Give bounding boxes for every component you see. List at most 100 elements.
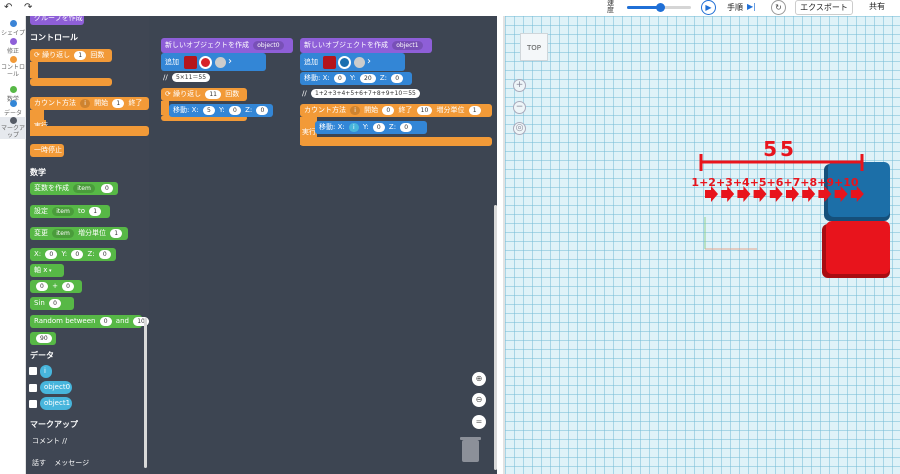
data-var-i[interactable]: i xyxy=(40,365,52,378)
zoom-in-icon[interactable]: ⊕ xyxy=(472,372,486,386)
redo-arrow-icon[interactable]: ↷ xyxy=(24,2,32,13)
move-x[interactable]: 0 xyxy=(333,73,346,83)
add-shape-block[interactable]: 追加 › xyxy=(161,53,266,71)
pause-block[interactable]: 一時停止 xyxy=(30,144,64,157)
repeat-block[interactable]: ⟳ 繰り返し 1 回数 xyxy=(30,49,112,62)
chevron-right-icon[interactable]: › xyxy=(228,56,232,67)
object0-name-dropdown[interactable]: object0 xyxy=(253,40,284,50)
sin-block[interactable]: Sin 0 xyxy=(30,297,74,310)
move-block-1[interactable]: 移動: X: 0 Y: 20 Z: 0 xyxy=(300,72,412,85)
change-variable-value[interactable]: 1 xyxy=(110,228,123,238)
category-control[interactable]: コントロール xyxy=(0,56,26,78)
create-group-block[interactable]: グループを作成 xyxy=(30,16,84,25)
move-x-var[interactable]: i xyxy=(348,122,359,132)
move-block-2[interactable]: 移動: X: i Y: 0 Z: 0 xyxy=(315,121,427,134)
xyz-block[interactable]: X: 0 Y: 0 Z: 0 xyxy=(30,248,116,261)
share-button[interactable]: 共有 xyxy=(860,0,894,15)
move-x[interactable]: 5 xyxy=(202,105,215,115)
count-start-value[interactable]: 1 xyxy=(112,98,125,108)
move-z[interactable]: 0 xyxy=(256,105,269,115)
count-start-value[interactable]: 0 xyxy=(382,105,395,115)
object1-name-dropdown[interactable]: object1 xyxy=(392,40,423,50)
undo-arrow-icon[interactable]: ↶ xyxy=(4,2,12,13)
fit-view-icon[interactable]: ◎ xyxy=(513,122,526,135)
repeat-count[interactable]: 11 xyxy=(205,89,221,99)
play-icon[interactable]: ▶ xyxy=(701,0,716,15)
chevron-right-icon[interactable]: › xyxy=(367,56,371,67)
red-cube-icon[interactable] xyxy=(184,55,198,69)
move-z[interactable]: 0 xyxy=(391,73,404,83)
comment-block[interactable]: コメント // xyxy=(32,436,67,446)
3d-viewport[interactable] xyxy=(503,16,900,474)
step-label[interactable]: 手順 xyxy=(727,2,743,13)
create-variable-name[interactable]: item xyxy=(73,183,95,193)
count-var-dropdown[interactable]: i xyxy=(350,105,360,115)
count-block[interactable]: カウント方法 i 開始 1 終了 xyxy=(30,97,149,110)
move-y[interactable]: 20 xyxy=(360,73,376,83)
speed-slider-knob[interactable] xyxy=(656,3,666,12)
angle-value[interactable]: 90 xyxy=(36,333,52,343)
count-end-value[interactable]: 10 xyxy=(416,105,433,115)
data-var-checkbox[interactable] xyxy=(29,400,37,408)
category-markup[interactable]: マークアップ xyxy=(0,117,26,139)
axis-label[interactable]: 軸 x xyxy=(34,266,47,274)
flyout-scrollbar[interactable] xyxy=(144,318,147,468)
create-object1-block[interactable]: 新しいオブジェクトを作成 object1 xyxy=(300,38,432,53)
comment-text-1[interactable]: 1+2+3+4+5+6+7+8+9+10＝55 xyxy=(310,89,420,98)
comment-block-1[interactable]: // 1+2+3+4+5+6+7+8+9+10＝55 xyxy=(302,89,422,98)
random-min[interactable]: 0 xyxy=(99,316,112,326)
reset-icon[interactable]: ↻ xyxy=(771,0,786,15)
material-swatch-icon[interactable] xyxy=(214,56,226,68)
data-var-object0[interactable]: object0 xyxy=(40,381,72,394)
minus-icon[interactable]: − xyxy=(513,101,526,114)
comment-block-0[interactable]: // 5×11＝55 xyxy=(163,73,212,82)
xyz-y-value[interactable]: 0 xyxy=(71,249,84,259)
category-shapes[interactable]: シェイプ xyxy=(0,20,26,37)
export-button[interactable]: エクスポート xyxy=(795,0,853,15)
category-modify[interactable]: 修正 xyxy=(0,38,26,55)
set-variable-block[interactable]: 設定 item to 1 xyxy=(30,205,110,218)
comment-text-0[interactable]: 5×11＝55 xyxy=(171,73,211,82)
create-variable-block[interactable]: 変数を作成 item 0 xyxy=(30,182,118,195)
move-y[interactable]: 0 xyxy=(372,122,385,132)
material-swatch-icon[interactable] xyxy=(353,56,365,68)
category-data[interactable]: データ xyxy=(0,100,26,117)
color-swatch-icon[interactable] xyxy=(338,55,352,69)
arithmetic-operator[interactable]: + xyxy=(52,282,58,290)
add-shape-block[interactable]: 追加 › xyxy=(300,53,405,71)
block-workspace[interactable]: 新しいオブジェクトを作成 object0 追加 › // 5×11＝55 ⟳ 繰… xyxy=(149,16,497,474)
move-z[interactable]: 0 xyxy=(400,122,413,132)
color-swatch-icon[interactable] xyxy=(199,55,213,69)
sin-label[interactable]: Sin xyxy=(34,299,45,307)
xyz-x-value[interactable]: 0 xyxy=(45,249,58,259)
count-block[interactable]: カウント方法 i 開始 0 終了 10 増分単位 1 xyxy=(300,104,492,117)
arithmetic-block[interactable]: 0 + 0 xyxy=(30,280,82,293)
move-y[interactable]: 0 xyxy=(229,105,241,115)
repeat-count[interactable]: 1 xyxy=(74,50,87,60)
move-block-0[interactable]: 移動: X: 5 Y: 0 Z: 0 xyxy=(169,104,273,117)
data-var-checkbox[interactable] xyxy=(29,367,37,375)
trash-icon[interactable] xyxy=(462,440,479,462)
plus-icon[interactable]: + xyxy=(513,79,526,92)
change-variable-block[interactable]: 変更 item 増分単位 1 xyxy=(30,227,128,240)
sin-value[interactable]: 0 xyxy=(49,298,61,308)
arithmetic-b[interactable]: 0 xyxy=(62,281,74,291)
speak-block[interactable]: 話す メッセージ xyxy=(32,458,89,468)
workspace-scrollbar[interactable] xyxy=(494,205,497,470)
create-object0-block[interactable]: 新しいオブジェクトを作成 object0 xyxy=(161,38,293,53)
axis-block[interactable]: 軸 x ▾ xyxy=(30,264,64,277)
zoom-reset-icon[interactable]: = xyxy=(472,415,486,429)
arithmetic-a[interactable]: 0 xyxy=(36,281,48,291)
zoom-out-icon[interactable]: ⊖ xyxy=(472,393,486,407)
red-cube-icon[interactable] xyxy=(323,55,337,69)
speed-slider[interactable] xyxy=(627,3,691,12)
set-variable-name[interactable]: item xyxy=(52,206,74,216)
create-variable-value[interactable]: 0 xyxy=(101,183,113,193)
data-var-checkbox[interactable] xyxy=(29,384,37,392)
set-variable-value[interactable]: 1 xyxy=(89,206,102,216)
repeat-11-block[interactable]: ⟳ 繰り返し 11 回数 xyxy=(161,88,247,101)
angle-block[interactable]: 90 xyxy=(30,332,56,345)
view-cube[interactable]: TOP xyxy=(520,33,548,61)
random-block[interactable]: Random between 0 and 10 xyxy=(30,315,149,328)
change-variable-name[interactable]: item xyxy=(52,228,74,238)
